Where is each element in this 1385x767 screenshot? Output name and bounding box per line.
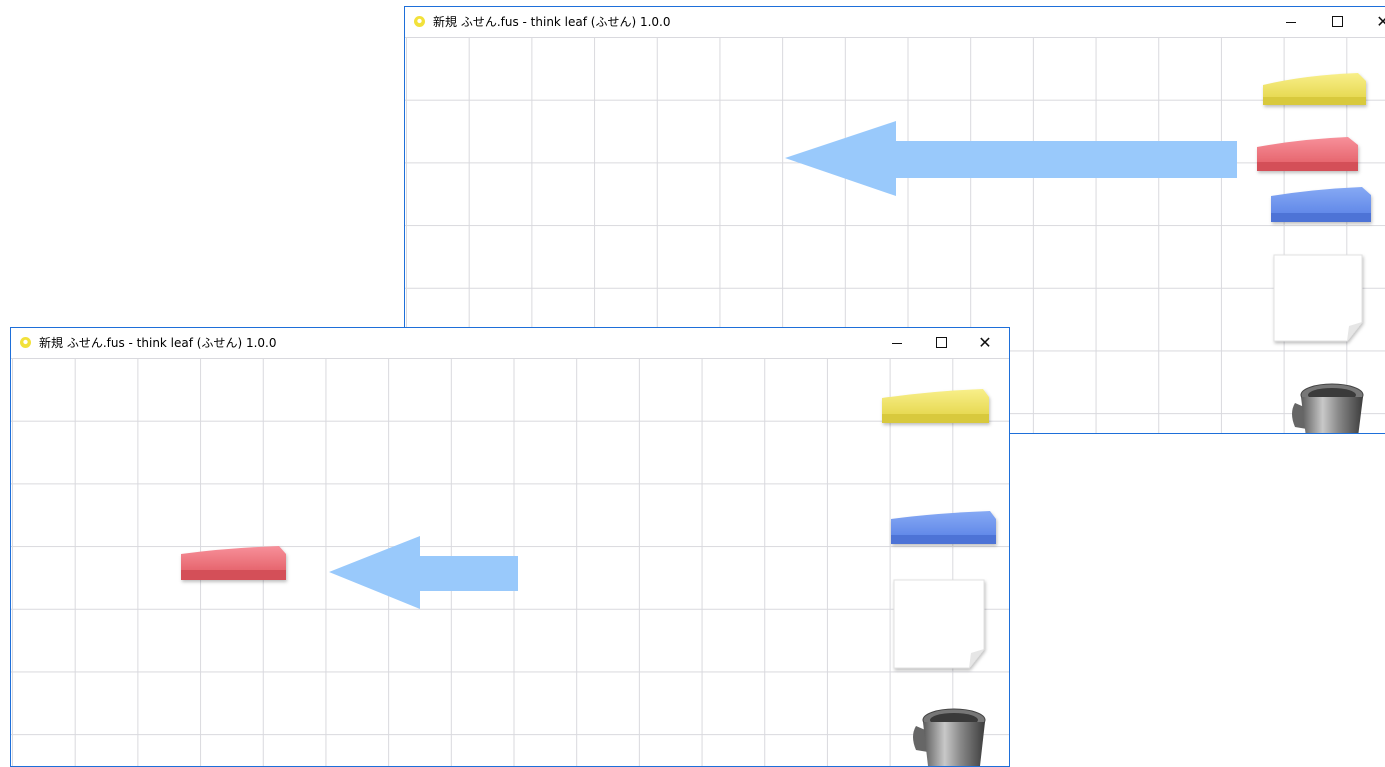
blank-note-icon[interactable] — [1273, 254, 1363, 342]
trash-can-icon[interactable] — [913, 708, 986, 766]
minimize-button[interactable] — [874, 328, 920, 358]
yellow-sticky-pad-icon[interactable] — [1263, 73, 1366, 105]
title-bar[interactable]: 新規 ふせん.fus - think leaf (ふせん) 1.0.0 ✕ — [11, 328, 1009, 358]
maximize-icon — [1331, 16, 1343, 27]
red-sticky-pad-icon[interactable] — [1257, 137, 1358, 171]
window-title: 新規 ふせん.fus - think leaf (ふせん) 1.0.0 — [433, 15, 671, 29]
app-icon — [414, 16, 425, 27]
yellow-sticky-pad-icon[interactable] — [882, 389, 989, 423]
maximize-button[interactable] — [918, 328, 964, 358]
close-button[interactable]: ✕ — [1360, 7, 1385, 37]
maximize-button[interactable] — [1314, 7, 1360, 37]
blank-note-icon[interactable] — [893, 579, 985, 669]
title-bar[interactable]: 新規 ふせん.fus - think leaf (ふせん) 1.0.0 ✕ — [405, 7, 1385, 37]
close-button[interactable]: ✕ — [962, 328, 1008, 358]
arrow-shape[interactable] — [329, 536, 518, 609]
minimize-icon — [1286, 22, 1296, 23]
note-board-canvas[interactable] — [11, 358, 1009, 766]
app-window-front[interactable]: 新規 ふせん.fus - think leaf (ふせん) 1.0.0 ✕ — [10, 327, 1010, 767]
minimize-button[interactable] — [1268, 7, 1314, 37]
trash-can-icon[interactable] — [1292, 383, 1364, 433]
blue-sticky-pad-icon[interactable] — [891, 511, 996, 544]
blue-sticky-pad-icon[interactable] — [1271, 187, 1371, 222]
minimize-icon — [892, 343, 902, 344]
arrow-shape[interactable] — [785, 121, 1237, 196]
app-icon — [20, 337, 31, 348]
window-title: 新規 ふせん.fus - think leaf (ふせん) 1.0.0 — [39, 336, 277, 350]
red-sticky-note[interactable] — [181, 546, 286, 580]
maximize-icon — [935, 337, 947, 348]
